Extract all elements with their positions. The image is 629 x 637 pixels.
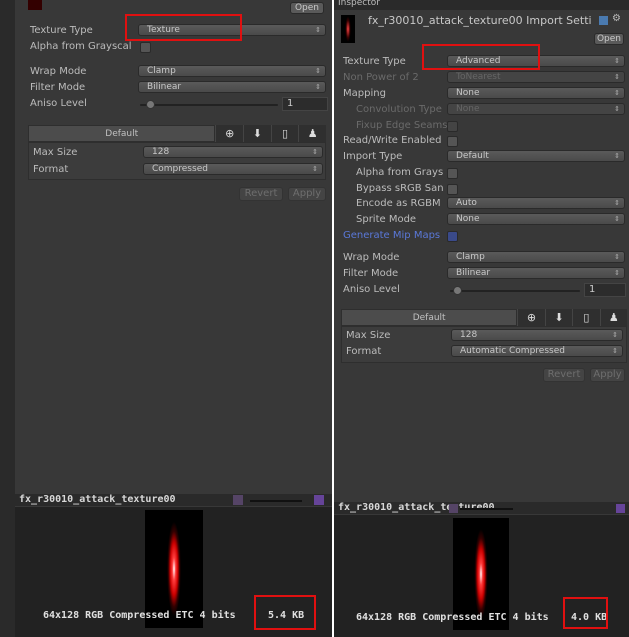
max-size-label: Max Size [33,147,78,158]
max-size-dropdown[interactable]: 128 [451,329,623,341]
mip-slider[interactable] [250,500,302,502]
apply-button[interactable]: Apply [590,368,625,382]
format-label: Format [33,164,69,175]
aniso-level-input[interactable]: 1 [584,283,626,297]
aniso-level-label: Aniso Level [30,98,87,109]
android-icon[interactable]: ♟ [599,309,628,326]
inspector-tab[interactable]: Inspector [338,0,380,8]
tab-default[interactable]: Default [341,309,518,326]
max-size-dropdown[interactable]: 128 [143,146,323,158]
platform-tabs: Default ⊕ ⬇ ▯ ♟ [341,309,628,326]
aniso-slider[interactable] [140,104,278,106]
highlight-box [422,44,540,70]
right-inspector: Inspector fx_r30010_attack_texture00 Imp… [334,0,629,637]
highlight-box [563,597,608,629]
max-size-label: Max Size [346,330,391,341]
filter-mode-label: Filter Mode [343,268,399,279]
sprite-mode-dropdown[interactable]: None [447,213,625,225]
filter-mode-label: Filter Mode [30,82,86,93]
non-power-of-2-label: Non Power of 2 [343,72,419,83]
bypass-srgb-checkbox[interactable] [447,184,458,195]
wrap-mode-label: Wrap Mode [343,252,400,263]
aniso-slider-knob[interactable] [146,100,155,109]
texture-info: 64x128 RGB Compressed ETC 4 bits [43,610,236,621]
alpha-grayscale-checkbox[interactable] [447,168,458,179]
help-icon[interactable] [599,16,608,25]
wrap-mode-label: Wrap Mode [30,66,87,77]
asset-title: fx_r30010_attack_texture00 Import Setti [368,14,592,27]
platform-tabs: Default ⊕ ⬇ ▯ ♟ [28,125,327,142]
left-inspector: Open Texture Type Texture Alpha from Gra… [0,0,332,637]
open-button[interactable]: Open [290,2,324,14]
aniso-slider[interactable] [450,290,580,292]
sprite-mode-label: Sprite Mode [356,214,417,225]
wrap-mode-dropdown[interactable]: Clamp [447,251,625,263]
generate-mip-maps-label: Generate Mip Maps [343,230,441,241]
texture-info: 64x128 RGB Compressed ETC 4 bits [356,612,549,623]
texture-thumbnail [28,0,42,10]
fixup-edge-seams-checkbox [447,121,458,132]
mapping-dropdown[interactable]: None [447,87,625,99]
import-type-dropdown[interactable]: Default [447,150,625,162]
rgb-channel-icon[interactable] [449,504,458,513]
apply-button[interactable]: Apply [288,187,326,201]
read-write-checkbox[interactable] [447,136,458,147]
encode-rgbm-dropdown[interactable]: Auto [447,197,625,209]
convolution-type-label: Convolution Type [356,104,442,115]
alpha-channel-icon[interactable] [314,495,324,505]
alpha-channel-icon[interactable] [616,504,625,513]
preview-name: fx_r30010_attack_texture00 [19,494,176,505]
fixup-edge-seams-label: Fixup Edge Seams [356,120,448,131]
format-label: Format [346,346,382,357]
highlight-box [254,595,316,630]
filter-mode-dropdown[interactable]: Bilinear [138,81,326,93]
texture-type-label: Texture Type [343,56,406,67]
rgb-channel-icon[interactable] [233,495,243,505]
open-button[interactable]: Open [594,33,624,45]
import-type-label: Import Type [343,151,403,162]
format-dropdown[interactable]: Compressed [143,163,323,175]
revert-button[interactable]: Revert [543,368,585,382]
bypass-srgb-label: Bypass sRGB San [356,183,444,194]
alpha-grayscale-label: Alpha from Grayscal [30,41,132,52]
filter-mode-dropdown[interactable]: Bilinear [447,267,625,279]
texture-type-label: Texture Type [30,25,93,36]
globe-icon[interactable]: ⊕ [517,309,545,326]
gear-icon[interactable]: ⚙ [612,13,621,24]
texture-thumbnail [341,15,355,43]
phone-icon[interactable]: ▯ [270,125,299,142]
revert-button[interactable]: Revert [239,187,283,201]
format-dropdown[interactable]: Automatic Compressed [451,345,623,357]
wrap-mode-dropdown[interactable]: Clamp [138,65,326,77]
highlight-box [125,14,242,41]
convolution-type-dropdown: None [447,103,625,115]
download-icon[interactable]: ⬇ [243,125,271,142]
mip-slider[interactable] [460,508,513,510]
generate-mip-maps-checkbox[interactable] [447,231,458,242]
alpha-grayscale-label: Alpha from Grays [356,167,444,178]
globe-icon[interactable]: ⊕ [215,125,244,142]
download-icon[interactable]: ⬇ [544,309,573,326]
android-icon[interactable]: ♟ [298,125,327,142]
phone-icon[interactable]: ▯ [572,309,600,326]
read-write-label: Read/Write Enabled [343,135,442,146]
mapping-label: Mapping [343,88,386,99]
tab-default[interactable]: Default [28,125,216,142]
encode-rgbm-label: Encode as RGBM [356,198,441,209]
non-power-of-2-dropdown: ToNearest [447,71,625,83]
aniso-level-label: Aniso Level [343,284,400,295]
aniso-level-input[interactable]: 1 [282,97,328,111]
aniso-slider-knob[interactable] [453,286,462,295]
alpha-grayscale-checkbox[interactable] [140,42,151,53]
side-strip [0,0,15,637]
